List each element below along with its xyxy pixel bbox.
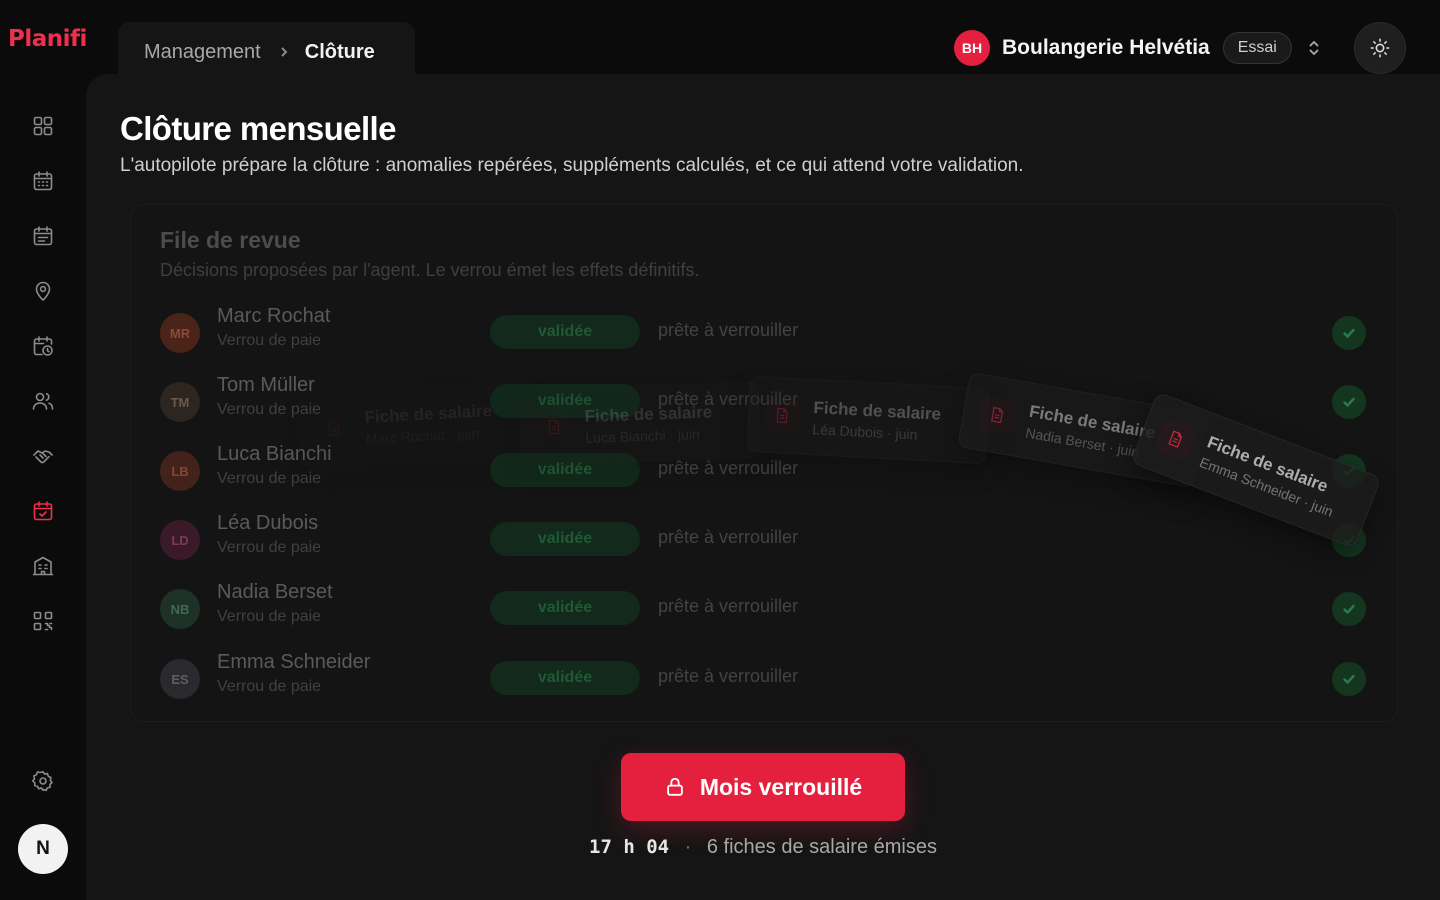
payslip-title: Fiche de salaire bbox=[364, 400, 493, 427]
payslip-title: Fiche de salaire bbox=[813, 397, 942, 424]
calendar-icon[interactable] bbox=[27, 165, 59, 197]
org-avatar: BH bbox=[954, 30, 990, 66]
status-text: prête à verrouiller bbox=[658, 596, 799, 616]
status-text: prête à verrouiller bbox=[658, 458, 799, 478]
review-title: File de revue bbox=[160, 227, 301, 253]
approve-check-button[interactable] bbox=[1332, 385, 1366, 419]
employee-task: Verrou de paie bbox=[217, 332, 322, 349]
review-row: NB Nadia Berset Verrou de paie validée prête… bbox=[160, 581, 1370, 637]
employee-name: Emma Schneider bbox=[217, 651, 371, 673]
theme-toggle-button[interactable] bbox=[1354, 22, 1406, 74]
employee-name: Tom Müller bbox=[217, 374, 315, 396]
status-text: prête à verrouiller bbox=[658, 320, 799, 340]
status-badge: validée bbox=[490, 661, 640, 695]
approve-check-button[interactable] bbox=[1332, 662, 1366, 696]
lock-button-label: Mois verrouillé bbox=[699, 773, 863, 800]
document-icon bbox=[536, 409, 572, 445]
qr-code-icon[interactable] bbox=[27, 605, 59, 637]
payslip-employee: Marc Rochat · juin bbox=[365, 424, 480, 447]
payroll-close-icon[interactable] bbox=[27, 495, 59, 527]
employee-avatar: ES bbox=[160, 659, 200, 699]
check-icon bbox=[1343, 397, 1355, 407]
check-icon bbox=[1343, 328, 1355, 338]
check-icon bbox=[1343, 674, 1355, 684]
location-icon[interactable] bbox=[27, 275, 59, 307]
employee-avatar: LB bbox=[160, 451, 200, 491]
status-text: prête à verrouiller bbox=[658, 666, 799, 686]
calendar-clock-icon[interactable] bbox=[27, 330, 59, 362]
approve-check-button[interactable] bbox=[1332, 316, 1366, 350]
page-subtitle: L'autopilote prépare la clôture : anomal… bbox=[120, 155, 1024, 176]
app-logo[interactable]: Planifi bbox=[8, 26, 87, 52]
status-badge: validée bbox=[490, 591, 640, 625]
payslip-employee: Luca Bianchi · juin bbox=[585, 425, 701, 446]
lock-icon bbox=[667, 777, 683, 796]
chevron-up-down-icon bbox=[1306, 38, 1322, 58]
employee-avatar: LD bbox=[160, 520, 200, 560]
review-row: LD Léa Dubois Verrou de paie validée prête à… bbox=[160, 512, 1370, 568]
payslip-employee: Léa Dubois · juin bbox=[812, 420, 918, 443]
payslip-title: Fiche de salaire bbox=[584, 401, 713, 426]
status-badge: validée bbox=[490, 522, 640, 556]
review-row: MR Marc Rochat Verrou de paie validée prête … bbox=[160, 305, 1370, 361]
employee-name: Nadia Berset bbox=[217, 581, 333, 603]
review-row: ES Emma Schneider Verrou de paie validée prê… bbox=[160, 651, 1370, 707]
page-title: Clôture mensuelle bbox=[120, 110, 396, 147]
payslips-issued: 6 fiches de salaire émises bbox=[706, 836, 937, 858]
document-icon bbox=[764, 397, 800, 434]
approve-check-button[interactable] bbox=[1332, 592, 1366, 626]
employee-avatar: TM bbox=[160, 382, 200, 422]
breadcrumb-current: Clôture bbox=[304, 40, 375, 63]
payslip-card: Fiche de salaire Léa Dubois · juin bbox=[746, 375, 990, 465]
employee-task: Verrou de paie bbox=[217, 539, 322, 556]
status-text: prête à verrouiller bbox=[658, 527, 799, 547]
document-icon bbox=[1153, 417, 1198, 462]
month-locked-button[interactable]: Mois verrouillé bbox=[621, 753, 905, 821]
building-icon[interactable] bbox=[27, 550, 59, 582]
team-icon[interactable] bbox=[27, 385, 59, 417]
employee-avatar: MR bbox=[160, 313, 200, 353]
employee-avatar: NB bbox=[160, 589, 200, 629]
employee-name: Léa Dubois bbox=[217, 512, 319, 534]
breadcrumb: Management Clôture bbox=[118, 22, 415, 82]
document-icon bbox=[316, 410, 352, 447]
chevron-right-icon bbox=[277, 45, 291, 59]
employee-name: Marc Rochat bbox=[217, 305, 331, 327]
check-icon bbox=[1343, 604, 1355, 614]
plan-badge: Essai bbox=[1222, 32, 1292, 64]
org-name: Boulangerie Helvétia bbox=[1002, 36, 1210, 59]
status-badge: validée bbox=[490, 315, 640, 349]
handshake-icon[interactable] bbox=[27, 440, 59, 472]
separator: · bbox=[684, 836, 692, 858]
lock-summary: 17 h 04 · 6 fiches de salaire émises bbox=[0, 836, 1440, 859]
schedule-icon[interactable] bbox=[27, 220, 59, 252]
dashboard-icon[interactable] bbox=[27, 110, 59, 142]
employee-task: Verrou de paie bbox=[217, 678, 322, 695]
payslip-card: Fiche de salaire Luca Bianchi · juin bbox=[518, 381, 762, 467]
employee-task: Verrou de paie bbox=[217, 608, 322, 625]
review-subtitle: Décisions proposées par l'agent. Le verr… bbox=[160, 260, 700, 280]
org-switcher[interactable]: BH Boulangerie Helvétia Essai bbox=[954, 30, 1322, 66]
employee-task: Verrou de paie bbox=[217, 470, 322, 487]
lock-time: 17 h 04 bbox=[589, 836, 670, 858]
payslip-card: Fiche de salaire Marc Rochat · juin bbox=[298, 379, 542, 469]
sun-icon bbox=[1370, 38, 1390, 58]
breadcrumb-parent[interactable]: Management bbox=[144, 41, 261, 64]
document-icon bbox=[977, 395, 1018, 435]
settings-icon[interactable] bbox=[27, 765, 59, 797]
